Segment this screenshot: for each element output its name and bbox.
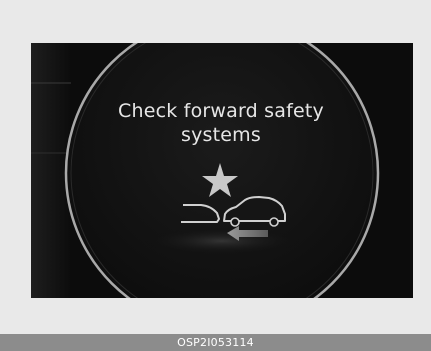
warning-message-line-1: Check forward safety — [118, 100, 324, 122]
figure-code: OSP2I053114 — [177, 336, 254, 349]
warning-message-line-2: systems — [181, 124, 261, 146]
display-graphics — [31, 43, 380, 298]
rear-car-wheel — [230, 217, 240, 227]
floor-glow — [142, 227, 302, 255]
page: Check forward safety systems OSP2I053114 — [0, 0, 431, 351]
cluster-display: Check forward safety systems — [31, 43, 413, 298]
figure-code-bar: OSP2I053114 — [0, 334, 431, 351]
image-frame: Check forward safety systems — [0, 0, 431, 334]
warning-message: Check forward safety systems — [91, 99, 351, 147]
rear-car-wheel — [269, 217, 279, 227]
